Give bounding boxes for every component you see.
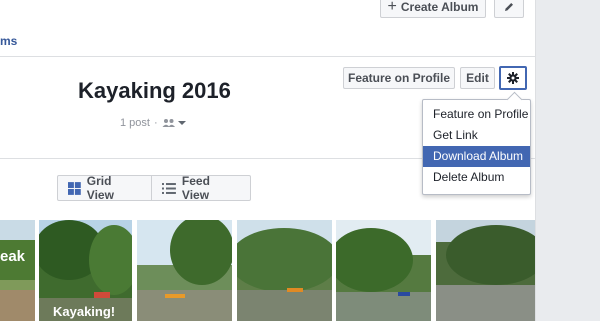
feed-view-button[interactable]: Feed View [152,174,251,202]
grid-view-button[interactable]: Grid View [57,174,152,202]
menu-item-delete-album[interactable]: Delete Album [423,167,530,188]
plus-icon: + [387,0,397,15]
create-album-button[interactable]: + Create Album [380,0,486,18]
album-panel: + Create Album ms Kayaking 2016 1 post ·… [0,0,536,321]
menu-item-feature-on-profile[interactable]: Feature on Profile [423,104,530,125]
album-meta: 1 post · [120,117,186,129]
photo-image [0,220,35,321]
photo-thumbnail[interactable] [237,220,332,321]
photo-image [237,220,332,321]
view-toggle: Grid View Feed View [57,174,251,202]
photo-image [137,220,232,321]
feed-view-label: Feed View [181,174,210,202]
album-title: Kayaking 2016 [78,78,231,103]
grid-view-label: Grid View [86,174,114,202]
photo-thumbnail[interactable] [436,220,535,321]
photo-thumbnail[interactable]: Kayaking! [39,220,132,321]
tab-fragment[interactable]: ms [0,34,17,48]
menu-item-download-album[interactable]: Download Album [423,146,530,167]
post-count: 1 post [120,117,150,129]
chevron-down-icon [177,121,186,125]
audience-selector[interactable] [162,118,186,128]
friends-icon [162,119,175,127]
meta-separator: · [153,117,158,129]
edit-pencil-button[interactable] [494,0,524,18]
photo-thumbnail[interactable]: eak [0,220,35,321]
menu-item-get-link[interactable]: Get Link [423,125,530,146]
photo-grid: eak Kayaking! [0,220,535,321]
pencil-icon [505,3,513,11]
top-strip: + Create Album ms [0,0,535,57]
album-options-menu: Feature on Profile Get Link Download Alb… [422,99,531,195]
gear-icon [507,72,519,84]
photo-image [336,220,431,321]
edit-button[interactable]: Edit [460,67,495,89]
list-icon [162,182,176,194]
grid-icon [68,181,81,195]
photo-overlay-text: Kayaking! [53,304,116,319]
options-button[interactable] [499,66,527,90]
photo-thumbnail[interactable] [137,220,232,321]
feature-on-profile-button[interactable]: Feature on Profile [343,67,455,89]
photo-image [436,220,535,321]
photo-overlay-text: eak [0,248,26,265]
photo-thumbnail[interactable] [336,220,431,321]
create-album-label: Create Album [400,0,479,14]
